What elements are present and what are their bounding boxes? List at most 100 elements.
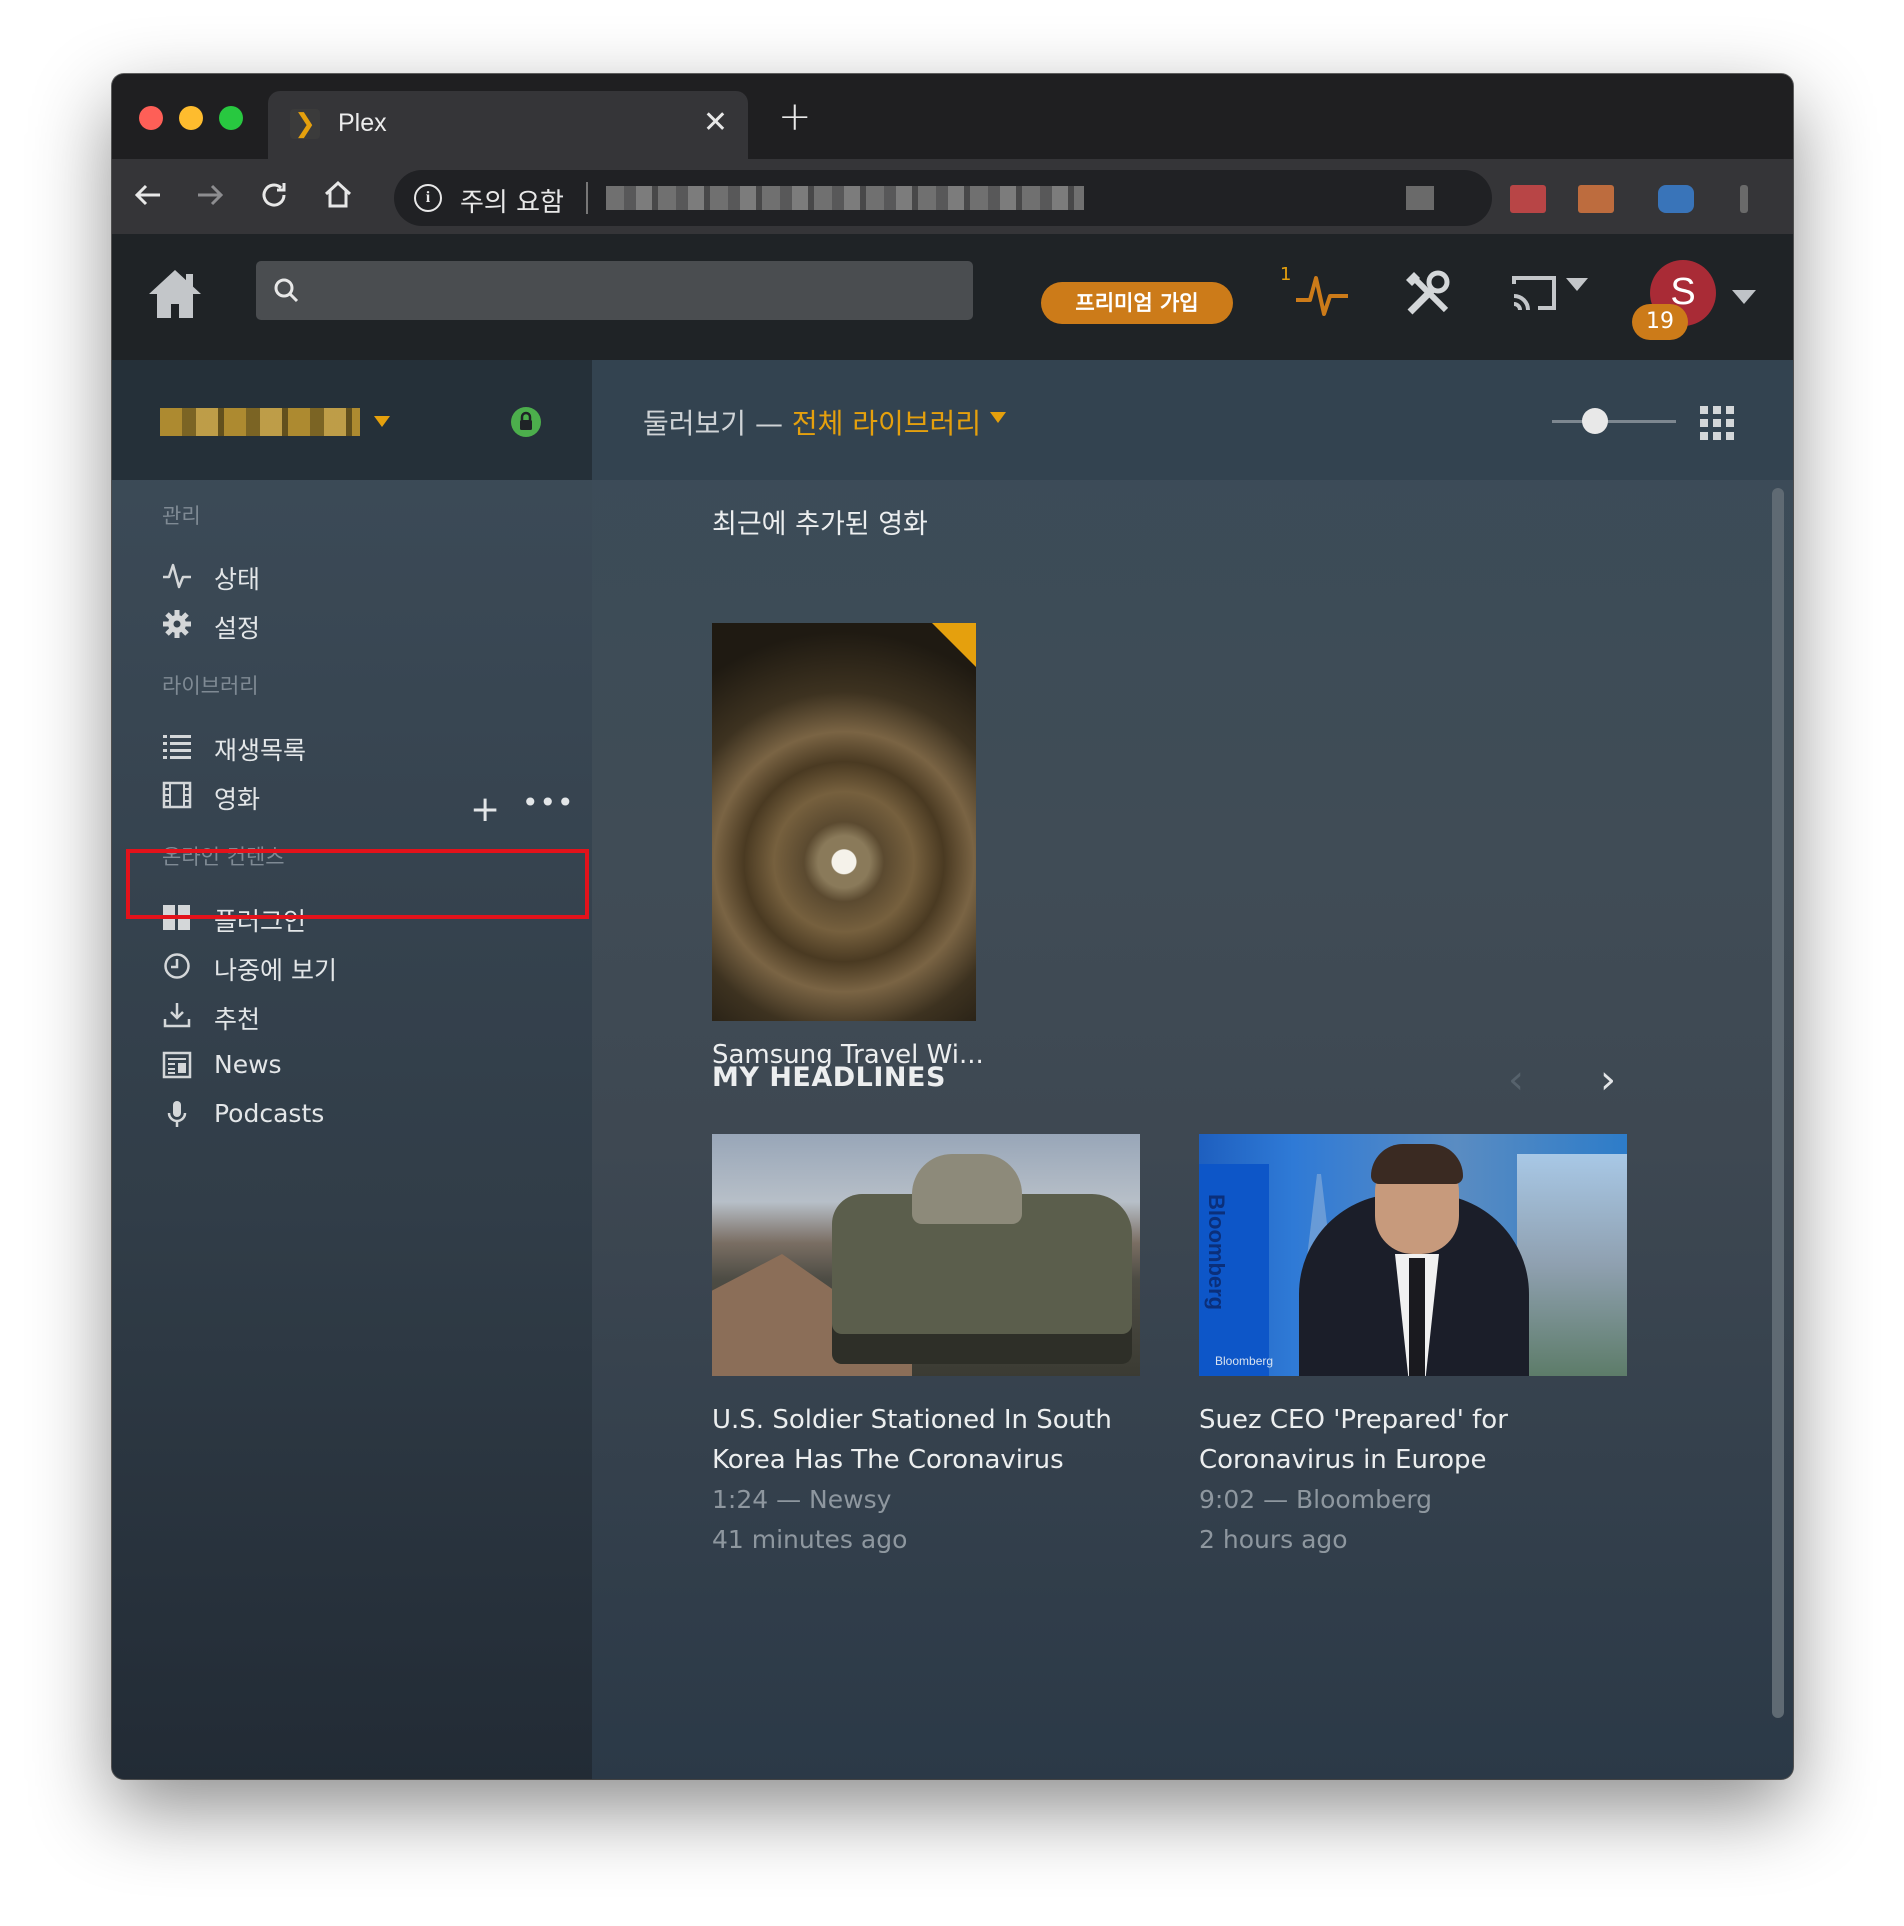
- new-tab-button[interactable]: +: [778, 94, 812, 140]
- sidebar: 관리 상태 설정 라이브러리 재생목록 영화 온라인 컨텐츠 플러그인 나중에 …: [112, 360, 592, 1779]
- activity-icon[interactable]: [1292, 264, 1352, 324]
- library-chevron-down-icon[interactable]: [990, 412, 1006, 423]
- browser-window: ❯ Plex ✕ + i 주의 요함 프리미엄 가입 1 S 19 관리 상태 …: [112, 74, 1793, 1779]
- close-tab-icon[interactable]: ✕: [703, 105, 728, 140]
- microphone-icon: [162, 1099, 192, 1129]
- prev-arrow-icon[interactable]: ‹: [1508, 1060, 1524, 1100]
- premium-signup-button[interactable]: 프리미엄 가입: [1041, 282, 1233, 324]
- bookmark-star-icon[interactable]: [1406, 186, 1434, 210]
- sidebar-item-recommended[interactable]: 추천: [162, 990, 562, 1040]
- sidebar-item-settings[interactable]: 설정: [162, 599, 562, 649]
- sidebar-item-label: 추천: [214, 1005, 261, 1034]
- plex-favicon-icon: ❯: [290, 109, 320, 139]
- poster-size-slider-handle[interactable]: [1582, 408, 1608, 434]
- back-arrow-icon[interactable]: [128, 175, 168, 215]
- sidebar-item-label: 나중에 보기: [214, 956, 337, 985]
- address-separator: [586, 182, 588, 214]
- next-arrow-icon[interactable]: ›: [1600, 1060, 1616, 1100]
- sidebar-item-playlists[interactable]: 재생목록: [162, 721, 562, 771]
- browser-toolbar: i 주의 요함: [112, 159, 1793, 234]
- close-window-button[interactable]: [139, 106, 163, 130]
- cast-icon[interactable]: [1510, 274, 1600, 316]
- film-icon: [162, 780, 192, 810]
- plex-header: 프리미엄 가입 1 S 19: [112, 234, 1793, 360]
- breadcrumb-library[interactable]: 전체 라이브러리: [792, 407, 981, 440]
- headline-time: 2 hours ago: [1199, 1525, 1348, 1554]
- sidebar-item-label: 영화: [214, 785, 261, 814]
- tab-strip: ❯ Plex ✕ +: [112, 74, 1793, 159]
- search-input[interactable]: [256, 261, 973, 320]
- headline-card[interactable]: U.S. Soldier Stationed In South Korea Ha…: [712, 1134, 1140, 1560]
- server-selector[interactable]: [112, 360, 592, 480]
- breadcrumb[interactable]: 둘러보기 — 전체 라이브러리: [643, 402, 981, 442]
- browse-bar: 둘러보기 — 전체 라이브러리: [592, 360, 1793, 480]
- headline-meta: 1:24 — Newsy: [712, 1485, 892, 1514]
- headline-title[interactable]: U.S. Soldier Stationed In South Korea Ha…: [712, 1400, 1140, 1480]
- notification-badge[interactable]: 19: [1632, 304, 1688, 340]
- list-icon: [162, 731, 192, 761]
- sidebar-item-label: 설정: [214, 614, 261, 643]
- unwatched-badge: [932, 623, 976, 667]
- sidebar-item-podcasts[interactable]: Podcasts: [162, 1089, 562, 1139]
- manage-section-label: 관리: [162, 504, 201, 528]
- recent-movies-title: 최근에 추가된 영화: [712, 509, 928, 540]
- main-content: 둘러보기 — 전체 라이브러리 최근에 추가된 영화 Samsung Trave…: [592, 360, 1793, 1779]
- breadcrumb-prefix: 둘러보기 —: [643, 407, 783, 440]
- headline-time: 41 minutes ago: [712, 1525, 908, 1554]
- profile-extension-icon[interactable]: [1658, 185, 1694, 213]
- browser-menu-icon[interactable]: [1740, 185, 1748, 213]
- add-library-icon[interactable]: +: [470, 792, 500, 828]
- sidebar-item-label: 상태: [214, 565, 261, 594]
- sidebar-item-label: Podcasts: [214, 1099, 325, 1128]
- headline-card[interactable]: Bloomberg Bloomberg Suez CEO 'Prepared' …: [1199, 1134, 1627, 1560]
- headlines-title: MY HEADLINES: [712, 1062, 946, 1093]
- reload-icon[interactable]: [254, 175, 294, 215]
- poster-size-slider[interactable]: [1552, 420, 1676, 423]
- sidebar-item-movies[interactable]: 영화: [162, 770, 562, 820]
- sidebar-item-watch-later[interactable]: 나중에 보기: [162, 941, 562, 991]
- headline-title[interactable]: Suez CEO 'Prepared' for Coronavirus in E…: [1199, 1400, 1627, 1480]
- sidebar-item-status[interactable]: 상태: [162, 550, 562, 600]
- extension-icon-red[interactable]: [1510, 185, 1546, 213]
- search-icon: [272, 276, 302, 306]
- movie-poster[interactable]: [712, 623, 976, 1021]
- forward-arrow-icon[interactable]: [190, 175, 230, 215]
- thumb-soldiers: [912, 1154, 1022, 1224]
- selection-highlight: [126, 849, 589, 919]
- library-section-label: 라이브러리: [162, 674, 259, 698]
- url-text-redacted[interactable]: [606, 186, 1084, 210]
- info-icon[interactable]: i: [414, 184, 442, 212]
- thumb-watermark: Bloomberg: [1215, 1354, 1274, 1368]
- minimize-window-button[interactable]: [179, 106, 203, 130]
- server-name-redacted[interactable]: [160, 408, 360, 436]
- sidebar-item-label: News: [214, 1050, 282, 1079]
- address-bar[interactable]: i 주의 요함: [394, 170, 1492, 226]
- headline-thumbnail[interactable]: Bloomberg Bloomberg: [1199, 1134, 1627, 1376]
- browser-tab[interactable]: ❯ Plex ✕: [268, 91, 748, 159]
- main-scrollbar[interactable]: [1772, 488, 1784, 1718]
- sidebar-item-news[interactable]: News: [162, 1040, 562, 1090]
- thumb-hair: [1371, 1144, 1463, 1184]
- sidebar-item-label: 재생목록: [214, 736, 307, 765]
- activity-count: 1: [1280, 264, 1292, 285]
- tab-title: Plex: [338, 109, 387, 137]
- zoom-window-button[interactable]: [219, 106, 243, 130]
- server-chevron-down-icon[interactable]: [374, 416, 390, 427]
- library-more-icon[interactable]: •••: [522, 786, 575, 819]
- home-browser-icon[interactable]: [318, 175, 358, 215]
- grid-view-icon[interactable]: [1700, 406, 1734, 440]
- user-menu-chevron-down-icon[interactable]: [1732, 290, 1756, 304]
- headline-thumbnail[interactable]: [712, 1134, 1140, 1376]
- gear-icon: [162, 609, 192, 639]
- news-icon: [162, 1050, 192, 1080]
- thumb-tie: [1409, 1258, 1425, 1376]
- home-icon[interactable]: [146, 266, 204, 322]
- settings-tools-icon[interactable]: [1402, 268, 1454, 320]
- clock-icon: [162, 951, 192, 981]
- extension-icon-orange[interactable]: [1578, 185, 1614, 213]
- lock-icon: [510, 406, 542, 438]
- security-warning[interactable]: 주의 요함: [460, 182, 564, 219]
- thumb-brand-text: Bloomberg: [1204, 1194, 1229, 1311]
- headline-meta: 9:02 — Bloomberg: [1199, 1485, 1433, 1514]
- download-icon: [162, 1000, 192, 1030]
